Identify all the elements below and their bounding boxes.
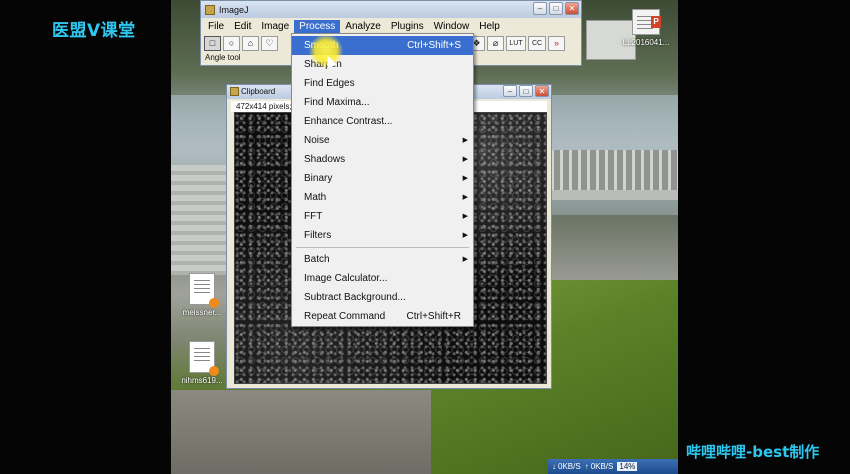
menu-item-label: Find Edges xyxy=(304,78,355,89)
submenu-arrow-icon: ▶ xyxy=(462,137,468,144)
menu-item-image-calculator[interactable]: Image Calculator... xyxy=(292,269,473,288)
close-button[interactable]: ✕ xyxy=(535,85,549,97)
cc-tool-icon[interactable]: CC xyxy=(528,36,546,51)
menu-item-shortcut: Ctrl+Shift+R xyxy=(406,311,461,322)
menu-item-fft[interactable]: FFT ▶ xyxy=(292,207,473,226)
menu-item-smooth[interactable]: Smooth Ctrl+Shift+S xyxy=(292,36,473,55)
menu-item-label: Repeat Command xyxy=(304,311,386,322)
submenu-arrow-icon: ▶ xyxy=(462,156,468,163)
maximize-button[interactable]: □ xyxy=(549,2,563,15)
file-badge-icon xyxy=(209,366,219,376)
imagej-app-icon xyxy=(205,4,215,15)
menu-item-shadows[interactable]: Shadows ▶ xyxy=(292,150,473,169)
imagej-app-icon xyxy=(230,87,239,96)
lut-tool-icon[interactable]: LUT xyxy=(506,36,526,51)
desktop-icon-label: LL2016041... xyxy=(622,38,670,47)
menu-item-label: Filters xyxy=(304,230,332,241)
upload-value: 0KB/S xyxy=(590,462,614,471)
menu-item-label: Subtract Background... xyxy=(304,292,406,303)
watermark-top: 医盟V课堂 xyxy=(52,21,136,41)
oval-tool-icon[interactable]: ○ xyxy=(223,36,240,51)
menu-item-label: FFT xyxy=(304,211,323,222)
window-controls: – □ ✕ xyxy=(503,85,549,97)
desktop-icon-doc[interactable]: meissner... xyxy=(172,273,232,317)
process-menu: Smooth Ctrl+Shift+S Sharpen Find Edges Fi… xyxy=(291,33,474,327)
menu-help[interactable]: Help xyxy=(474,20,505,33)
menu-image[interactable]: Image xyxy=(256,20,294,33)
ppt-file-icon xyxy=(632,9,661,35)
freehand-tool-icon[interactable]: ♡ xyxy=(261,36,278,51)
menu-item-math[interactable]: Math ▶ xyxy=(292,188,473,207)
polygon-tool-icon[interactable]: ⌂ xyxy=(242,36,259,51)
taskbar-network-monitor: ↓ 0KB/S ↑ 0KB/S 14% xyxy=(548,459,678,474)
usage-percent: 14% xyxy=(617,462,638,471)
menu-item-shortcut: Ctrl+Shift+S xyxy=(407,40,461,51)
menu-item-batch[interactable]: Batch ▶ xyxy=(292,250,473,269)
file-badge-icon xyxy=(209,298,219,308)
submenu-arrow-icon: ▶ xyxy=(462,232,468,239)
menu-process[interactable]: Process xyxy=(294,20,341,33)
menu-item-label: Enhance Contrast... xyxy=(304,116,393,127)
wallpaper-bridge-deck xyxy=(551,190,678,200)
desktop-icon-label: meissner... xyxy=(182,308,222,317)
menu-item-label: Shadows xyxy=(304,154,346,165)
imagej-title: ImageJ xyxy=(219,4,249,15)
window-controls: – □ ✕ xyxy=(533,2,579,15)
menu-item-label: Batch xyxy=(304,254,330,265)
more-tools-icon[interactable]: » xyxy=(548,36,565,51)
minimize-button[interactable]: – xyxy=(503,85,517,97)
menu-item-find-maxima[interactable]: Find Maxima... xyxy=(292,93,473,112)
maximize-button[interactable]: □ xyxy=(519,85,533,97)
submenu-arrow-icon: ▶ xyxy=(462,256,468,263)
right-black-border xyxy=(678,0,850,474)
watermark-bottom: 哔哩哔哩-best制作 xyxy=(686,443,820,461)
arrow-down-icon: ↓ xyxy=(552,462,556,471)
download-value: 0KB/S xyxy=(558,462,581,471)
menu-plugins[interactable]: Plugins xyxy=(386,20,429,33)
desktop-icon-doc[interactable]: nihms619... xyxy=(172,341,232,385)
menu-item-label: Image Calculator... xyxy=(304,273,388,284)
wallpaper-dam xyxy=(171,165,231,275)
menu-item-subtract-background[interactable]: Subtract Background... xyxy=(292,288,473,307)
left-black-border xyxy=(0,0,171,474)
menu-item-enhance-contrast[interactable]: Enhance Contrast... xyxy=(292,112,473,131)
wallpaper-road xyxy=(171,390,431,474)
rectangle-tool-icon[interactable]: □ xyxy=(204,36,221,51)
menu-item-repeat-command[interactable]: Repeat Command Ctrl+Shift+R xyxy=(292,307,473,326)
menu-item-binary[interactable]: Binary ▶ xyxy=(292,169,473,188)
document-file-icon xyxy=(189,273,219,308)
menu-item-filters[interactable]: Filters ▶ xyxy=(292,226,473,245)
menu-item-sharpen[interactable]: Sharpen xyxy=(292,55,473,74)
menu-item-label: Find Maxima... xyxy=(304,97,370,108)
menu-item-find-edges[interactable]: Find Edges xyxy=(292,74,473,93)
menu-analyze[interactable]: Analyze xyxy=(340,20,386,33)
close-button[interactable]: ✕ xyxy=(565,2,579,15)
minimize-button[interactable]: – xyxy=(533,2,547,15)
menu-item-label: Binary xyxy=(304,173,333,184)
imagej-titlebar[interactable]: ImageJ – □ ✕ xyxy=(201,1,581,18)
menu-item-noise[interactable]: Noise ▶ xyxy=(292,131,473,150)
menu-separator xyxy=(296,247,469,248)
menu-file[interactable]: File xyxy=(203,20,229,33)
submenu-arrow-icon: ▶ xyxy=(462,213,468,220)
dropper-tool-icon[interactable]: ⌀ xyxy=(487,36,504,51)
desktop-icon-label: nihms619... xyxy=(181,376,223,385)
document-file-icon xyxy=(189,341,219,376)
submenu-arrow-icon: ▶ xyxy=(462,194,468,201)
arrow-up-icon: ↑ xyxy=(584,462,589,471)
menu-item-label: Math xyxy=(304,192,327,203)
download-speed: ↓ 0KB/S xyxy=(552,462,581,471)
menu-edit[interactable]: Edit xyxy=(229,20,256,33)
upload-speed: ↑ 0KB/S xyxy=(585,462,614,471)
desktop-icon-ppt[interactable]: LL2016041... xyxy=(616,9,676,47)
menu-window[interactable]: Window xyxy=(429,20,475,33)
clipboard-title: Clipboard xyxy=(241,87,276,96)
submenu-arrow-icon: ▶ xyxy=(462,175,468,182)
menu-item-label: Noise xyxy=(304,135,330,146)
menu-item-label: Smooth xyxy=(304,40,339,51)
